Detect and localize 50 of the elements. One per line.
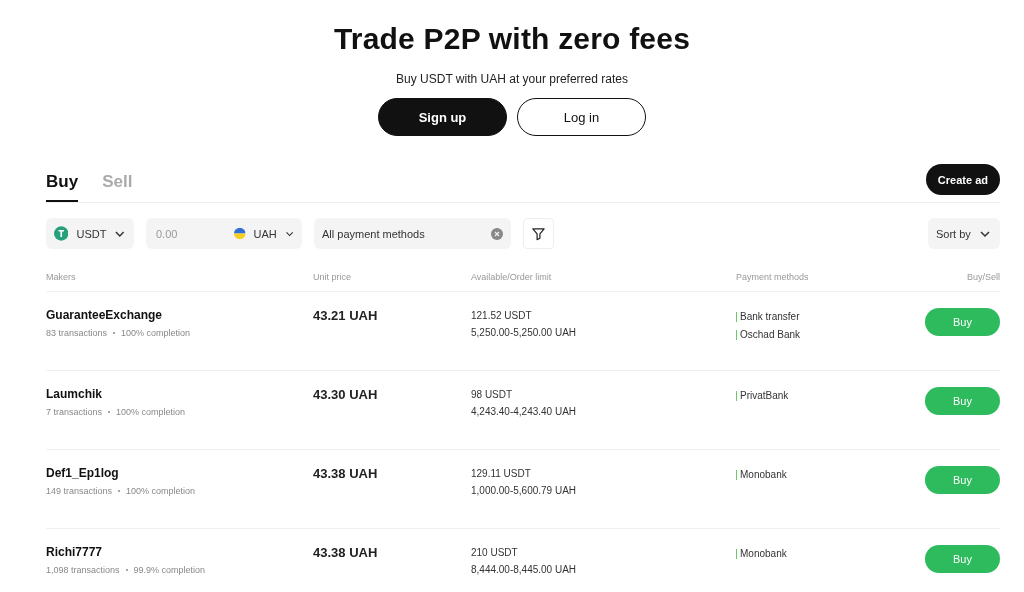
coin-icon	[54, 226, 69, 241]
order-limit: 1,000.00-5,600.79 UAH	[471, 485, 578, 496]
transaction-count: 83 transactions	[46, 328, 108, 338]
tab[interactable]: Buy	[46, 172, 79, 202]
transaction-count: 7 transactions	[46, 407, 103, 417]
coin-select[interactable]: USDT	[46, 218, 134, 249]
order-limit: 8,444.00-8,445.00 UAH	[471, 564, 578, 575]
payment-method: PrivatBank	[736, 391, 910, 401]
payment-method: Monobank	[736, 549, 910, 559]
column-header: Unit price	[313, 272, 352, 282]
create-ad-button[interactable]: Create ad	[925, 164, 1000, 195]
amount-field[interactable]: 0.00	[154, 226, 218, 241]
sort-select[interactable]: Sort by	[928, 218, 1000, 249]
column-header: Available/Order limit	[471, 272, 553, 282]
column-header: Makers	[46, 272, 77, 282]
maker-name: Richi7777	[46, 545, 104, 559]
available-amount: 210 USDT	[471, 547, 519, 558]
column-header: Buy/Sell	[965, 272, 1000, 282]
unit-price: 43.21 UAH	[313, 308, 379, 323]
unit-price: 43.38 UAH	[313, 466, 379, 481]
flag-icon	[234, 226, 246, 241]
available-amount: 121.52 USDT	[471, 310, 533, 321]
filter-button[interactable]	[523, 218, 554, 249]
log-in-button[interactable]: Log in	[517, 98, 646, 136]
amount-currency-filter[interactable]: 0.00 UAH	[146, 218, 302, 249]
transaction-count: 1,098 transactions	[46, 565, 120, 575]
order-limit: 4,243.40-4,243.40 UAH	[471, 406, 578, 417]
available-amount: 129.11 USDT	[471, 468, 532, 479]
completion-rate: 99.9% completion	[133, 565, 206, 575]
unit-price: 43.38 UAH	[313, 545, 379, 560]
filter-icon	[531, 226, 546, 241]
order-limit: 5,250.00-5,250.00 UAH	[471, 327, 578, 338]
column-header: Payment methods	[736, 272, 810, 282]
transaction-count: 149 transactions	[46, 486, 113, 496]
completion-rate: 100% completion	[121, 328, 191, 338]
maker-name: GuaranteeExchange	[46, 308, 164, 322]
page-title: Trade P2P with zero fees	[333, 22, 691, 56]
payment-method: Bank transfer	[736, 312, 910, 322]
page-subtitle: Buy USDT with UAH at your preferred rates	[396, 72, 628, 86]
payment-method-select[interactable]: All payment methods	[314, 218, 511, 249]
completion-rate: 100% completion	[126, 486, 196, 496]
maker-name: Def1_Ep1log	[46, 466, 120, 480]
available-amount: 98 USDT	[471, 389, 514, 400]
sign-up-button[interactable]: Sign up	[378, 98, 507, 136]
payment-method: Monobank	[736, 470, 910, 480]
completion-rate: 100% completion	[116, 407, 186, 417]
maker-name: Laumchik	[46, 387, 103, 401]
unit-price: 43.30 UAH	[313, 387, 379, 402]
clear-icon[interactable]	[491, 227, 503, 240]
payment-method: Oschad Bank	[736, 330, 910, 340]
